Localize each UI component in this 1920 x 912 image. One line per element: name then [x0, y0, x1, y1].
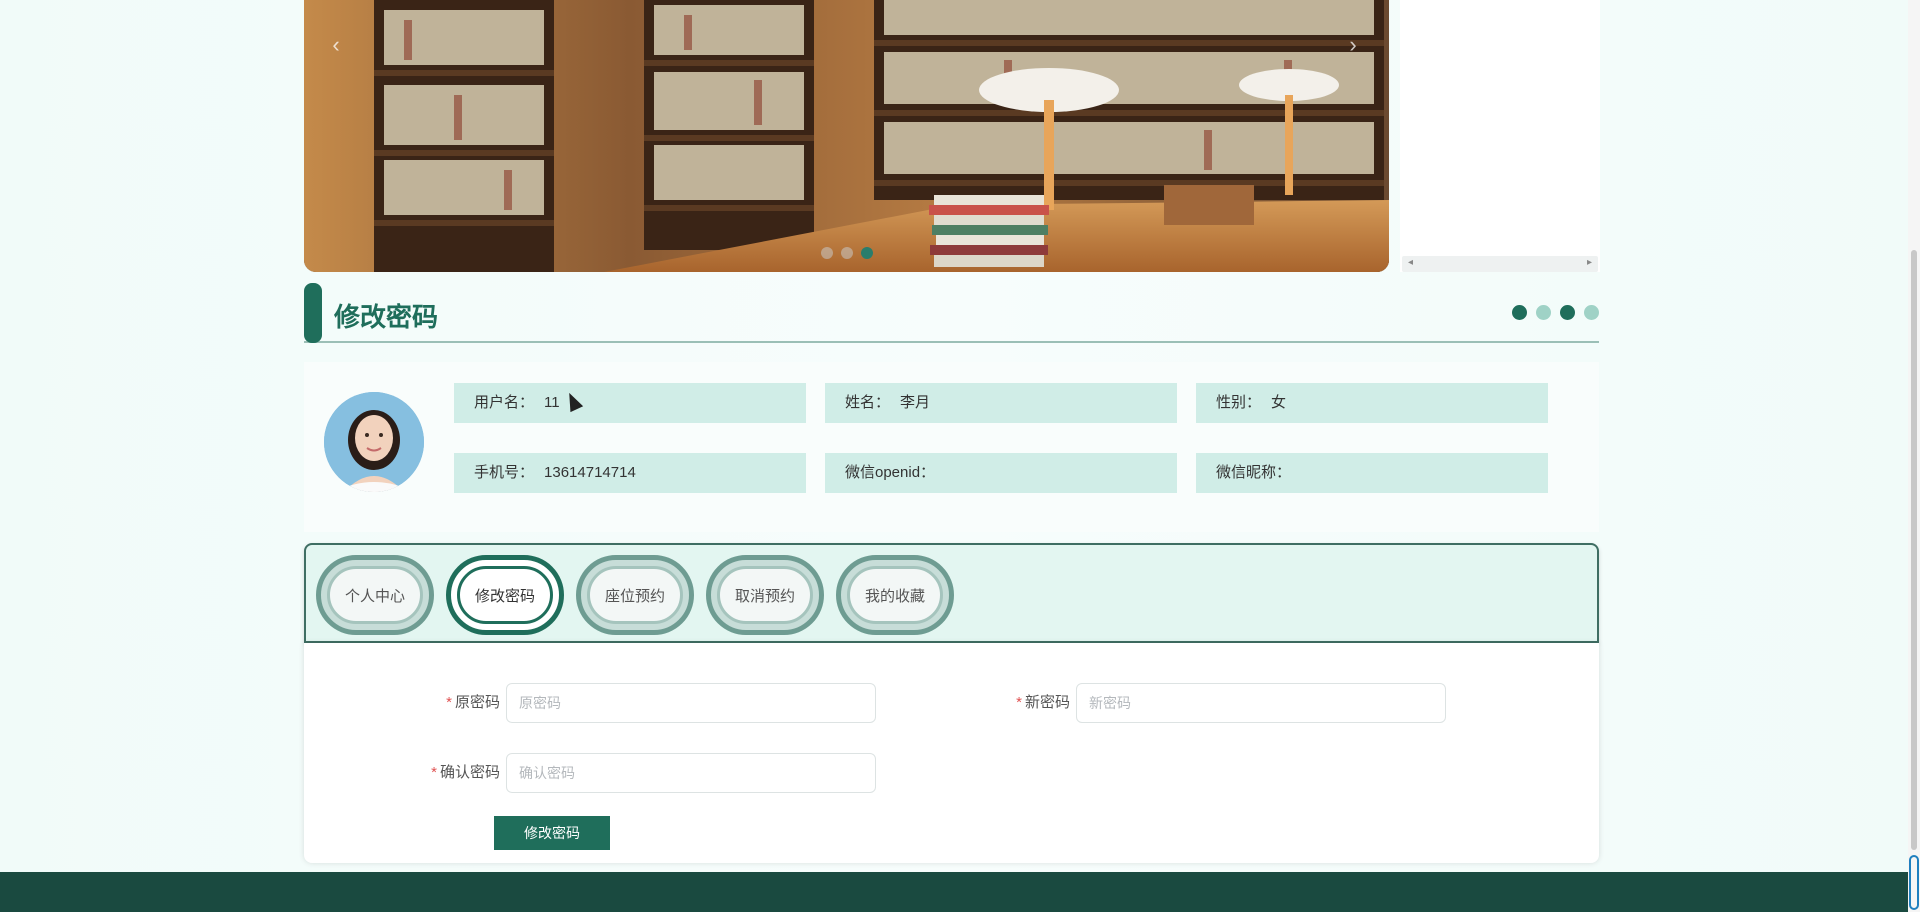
username-label: 用户名： [474, 394, 535, 411]
old-password-input[interactable] [506, 683, 876, 723]
old-password-label-text: 原密码 [454, 694, 500, 711]
phone-value: 13614714714 [544, 464, 636, 481]
tab-my-favorites[interactable]: 我的收藏 [836, 555, 954, 635]
page-footer [0, 872, 1920, 912]
new-password-label-text: 新密码 [1024, 694, 1070, 711]
tab-label: 修改密码 [457, 566, 553, 624]
openid-field: 微信openid： [825, 453, 1177, 493]
carousel-dot[interactable] [821, 247, 833, 259]
tab-label: 取消预约 [717, 566, 813, 624]
gender-field: 性别： 女 [1196, 383, 1548, 423]
tab-personal-center[interactable]: 个人中心 [316, 555, 434, 635]
tab-change-password[interactable]: 修改密码 [446, 555, 564, 635]
phone-field: 手机号： 13614714714 [454, 453, 806, 493]
confirm-password-label: * 确认密码 [364, 753, 500, 793]
decor-dot [1560, 305, 1575, 320]
section-decor-dots [1512, 305, 1599, 320]
library-image [304, 0, 1389, 272]
side-panel [1400, 0, 1600, 272]
new-password-input[interactable] [1076, 683, 1446, 723]
banner-carousel[interactable]: ‹ › [304, 0, 1389, 272]
tab-seat-reservation[interactable]: 座位预约 [576, 555, 694, 635]
gender-value: 女 [1271, 394, 1287, 411]
decor-dot [1536, 305, 1551, 320]
old-password-label: * 原密码 [404, 683, 500, 723]
openid-label: 微信openid： [845, 464, 936, 481]
profile-card: 用户名： 11 姓名： 李月 性别： 女 手机号： 13614714714 微信open… [304, 362, 1599, 532]
name-label: 姓名： [845, 394, 891, 411]
name-field: 姓名： 李月 [825, 383, 1177, 423]
nickname-label: 微信昵称： [1216, 464, 1292, 481]
tab-label: 我的收藏 [847, 566, 943, 624]
side-horizontal-scrollbar[interactable]: ◂ ▸ [1402, 256, 1598, 272]
scroll-left-icon[interactable]: ◂ [1408, 257, 1413, 268]
username-value: 11 [544, 394, 560, 411]
change-password-button[interactable]: 修改密码 [494, 816, 610, 850]
page-scrollbar[interactable] [1908, 0, 1920, 912]
confirm-password-input[interactable] [506, 753, 876, 793]
name-value: 李月 [900, 394, 931, 411]
required-mark: * [446, 694, 452, 711]
confirm-password-label-text: 确认密码 [439, 764, 500, 781]
section-header: 修改密码 [304, 283, 1599, 343]
decor-dot [1584, 305, 1599, 320]
avatar-image [324, 392, 424, 492]
carousel-next-button[interactable]: › [1339, 32, 1367, 60]
scroll-right-icon[interactable]: ▸ [1587, 257, 1592, 268]
avatar [324, 392, 424, 492]
gender-label: 性别： [1216, 394, 1262, 411]
required-mark: * [431, 764, 437, 781]
carousel-dot-active[interactable] [861, 247, 873, 259]
section-title: 修改密码 [334, 302, 439, 332]
carousel-prev-button[interactable]: ‹ [322, 32, 350, 60]
tab-cancel-reservation[interactable]: 取消预约 [706, 555, 824, 635]
scrollbar-thumb[interactable] [1911, 250, 1917, 850]
tab-label: 座位预约 [587, 566, 683, 624]
username-field: 用户名： 11 [454, 383, 806, 423]
scroll-indicator-icon [1909, 855, 1919, 910]
carousel-dot[interactable] [841, 247, 853, 259]
decor-dot [1512, 305, 1527, 320]
user-center-tabs: 个人中心 修改密码 座位预约 取消预约 我的收藏 [304, 543, 1599, 643]
tab-label: 个人中心 [327, 566, 423, 624]
change-password-form: * 原密码 * 新密码 * 确认密码 修改密码 [304, 643, 1599, 863]
nickname-field: 微信昵称： [1196, 453, 1548, 493]
phone-label: 手机号： [474, 464, 535, 481]
section-accent-bar [304, 283, 322, 343]
carousel-indicators [821, 247, 873, 259]
required-mark: * [1016, 694, 1022, 711]
new-password-label: * 新密码 [974, 683, 1070, 723]
